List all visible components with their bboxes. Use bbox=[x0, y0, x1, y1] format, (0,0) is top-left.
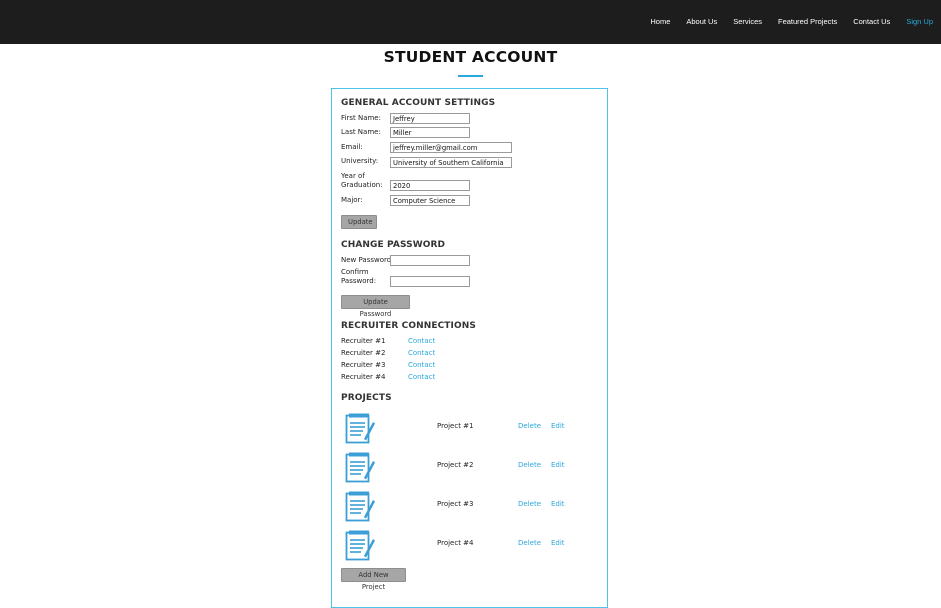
project-delete-link[interactable]: Delete bbox=[518, 500, 541, 508]
update-button[interactable]: Update bbox=[341, 215, 377, 229]
first-name-field[interactable]: Jeffrey bbox=[390, 113, 470, 124]
page-title: STUDENT ACCOUNT bbox=[383, 48, 558, 66]
new-password-label: New Password: bbox=[341, 256, 394, 264]
project-delete-link[interactable]: Delete bbox=[518, 422, 541, 430]
nav-services-link[interactable]: Services bbox=[733, 16, 762, 28]
project-edit-link[interactable]: Edit bbox=[551, 461, 565, 469]
major-field[interactable]: Computer Science bbox=[390, 195, 470, 206]
new-password-field[interactable] bbox=[390, 255, 470, 266]
change-password-heading: CHANGE PASSWORD bbox=[341, 240, 446, 250]
project-edit-link[interactable]: Edit bbox=[551, 422, 565, 430]
add-new-project-button[interactable]: Add New Project bbox=[341, 568, 406, 591]
recruiter-contact-link[interactable]: Contact bbox=[408, 337, 435, 345]
project-name: Project #2 bbox=[437, 461, 474, 469]
confirm-password-label-line2: Password: bbox=[341, 277, 377, 285]
last-name-label: Last Name: bbox=[341, 128, 381, 136]
document-icon bbox=[345, 491, 375, 522]
recruiter-contact-link[interactable]: Contact bbox=[408, 361, 435, 369]
top-navigation-bar: Home About Us Services Featured Projects… bbox=[0, 0, 941, 44]
nav-featured-projects-link[interactable]: Featured Projects bbox=[778, 16, 837, 28]
project-edit-link[interactable]: Edit bbox=[551, 500, 565, 508]
last-name-field[interactable]: Miller bbox=[390, 127, 470, 138]
recruiter-name: Recruiter #4 bbox=[341, 373, 386, 381]
projects-heading: PROJECTS bbox=[341, 393, 392, 403]
recruiter-contact-link[interactable]: Contact bbox=[408, 349, 435, 357]
university-label: University: bbox=[341, 157, 379, 165]
document-icon bbox=[345, 530, 375, 561]
major-label: Major: bbox=[341, 196, 363, 204]
document-icon bbox=[345, 452, 375, 483]
title-underline bbox=[458, 75, 483, 77]
recruiter-name: Recruiter #2 bbox=[341, 349, 386, 357]
email-field[interactable]: jeffrey.miller@gmail.com bbox=[390, 142, 512, 153]
general-settings-heading: GENERAL ACCOUNT SETTINGS bbox=[341, 98, 496, 108]
update-password-button[interactable]: Update Password bbox=[341, 295, 410, 318]
recruiter-connections-heading: RECRUITER CONNECTIONS bbox=[341, 321, 476, 331]
nav-contact-link[interactable]: Contact Us bbox=[853, 16, 890, 28]
project-name: Project #3 bbox=[437, 500, 474, 508]
graduation-year-field[interactable]: 2020 bbox=[390, 180, 470, 191]
recruiter-contact-link[interactable]: Contact bbox=[408, 373, 435, 381]
recruiter-name: Recruiter #3 bbox=[341, 361, 386, 369]
nav-about-link[interactable]: About Us bbox=[686, 16, 717, 28]
nav-home-link[interactable]: Home bbox=[650, 16, 670, 28]
university-field[interactable]: University of Southern California bbox=[390, 157, 512, 168]
first-name-label: First Name: bbox=[341, 114, 381, 122]
email-label: Email: bbox=[341, 143, 363, 151]
project-delete-link[interactable]: Delete bbox=[518, 461, 541, 469]
recruiter-name: Recruiter #1 bbox=[341, 337, 386, 345]
main-nav: Home About Us Services Featured Projects… bbox=[634, 16, 933, 28]
nav-signup-link[interactable]: Sign Up bbox=[906, 16, 933, 28]
project-edit-link[interactable]: Edit bbox=[551, 539, 565, 547]
document-icon bbox=[345, 413, 375, 444]
year-label-line2: Graduation: bbox=[341, 181, 383, 189]
project-name: Project #1 bbox=[437, 422, 474, 430]
project-name: Project #4 bbox=[437, 539, 474, 547]
project-delete-link[interactable]: Delete bbox=[518, 539, 541, 547]
confirm-password-field[interactable] bbox=[390, 276, 470, 287]
